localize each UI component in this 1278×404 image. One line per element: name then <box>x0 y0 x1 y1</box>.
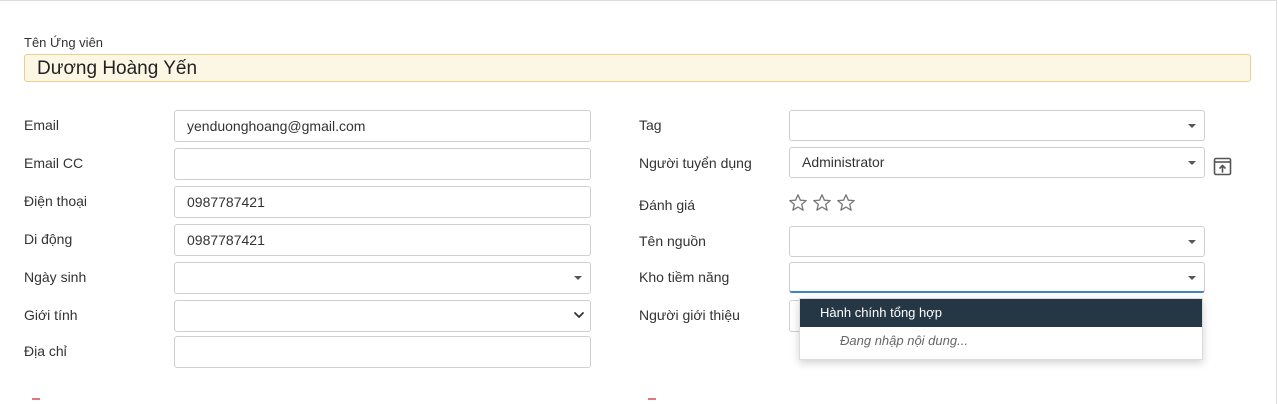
candidate-name-input[interactable]: Dương Hoàng Yến <box>24 54 1251 82</box>
cut-off-text <box>32 398 40 400</box>
external-link-icon[interactable] <box>1213 157 1232 176</box>
gender-select[interactable] <box>174 300 591 332</box>
candidate-name-label: Tên Ứng viên <box>24 35 104 50</box>
pool-select[interactable] <box>789 262 1205 293</box>
tag-select[interactable] <box>789 110 1205 141</box>
top-border <box>0 0 1276 1</box>
dropdown-loading-hint: Đang nhập nội dung... <box>840 333 968 348</box>
star-outline-icon[interactable] <box>836 193 856 213</box>
source-select[interactable] <box>789 226 1205 257</box>
phone-input[interactable]: 0987787421 <box>174 186 591 218</box>
email-input[interactable]: yenduonghoang@gmail.com <box>174 110 591 142</box>
recruiter-label: Người tuyển dụng <box>639 155 752 171</box>
address-label: Địa chỉ <box>24 343 67 359</box>
phone-label: Điện thoại <box>24 193 88 209</box>
dropdown-item[interactable]: Hành chính tổng hợp <box>800 299 1202 327</box>
recruiter-select[interactable]: Administrator <box>789 147 1205 178</box>
cut-off-text <box>648 398 656 400</box>
pool-dropdown-menu: Hành chính tổng hợp Đang nhập nội dung..… <box>799 298 1203 360</box>
caret-down-icon <box>574 276 582 280</box>
gender-label: Giới tính <box>24 307 78 323</box>
caret-down-icon <box>1188 161 1196 165</box>
email-label: Email <box>24 117 60 133</box>
birthday-label: Ngày sinh <box>24 269 87 285</box>
caret-down-icon <box>1188 276 1196 280</box>
mobile-label: Di động <box>24 231 73 247</box>
referrer-label: Người giới thiệu <box>639 307 740 323</box>
recruiter-value: Administrator <box>802 154 885 170</box>
star-outline-icon[interactable] <box>788 193 808 213</box>
birthday-select[interactable] <box>174 262 591 294</box>
address-input[interactable] <box>174 336 591 368</box>
rating-label: Đánh giá <box>639 197 696 213</box>
mobile-input[interactable]: 0987787421 <box>174 224 591 256</box>
star-outline-icon[interactable] <box>812 193 832 213</box>
email-cc-label: Email CC <box>24 155 84 171</box>
chevron-down-icon <box>574 312 584 318</box>
rating-stars[interactable] <box>788 193 856 213</box>
tag-label: Tag <box>639 117 662 133</box>
email-cc-input[interactable] <box>174 148 591 180</box>
pool-label: Kho tiềm năng <box>639 269 730 285</box>
caret-down-icon <box>1188 124 1196 128</box>
right-border <box>1276 0 1277 404</box>
source-label: Tên nguồn <box>639 233 706 249</box>
caret-down-icon <box>1188 240 1196 244</box>
